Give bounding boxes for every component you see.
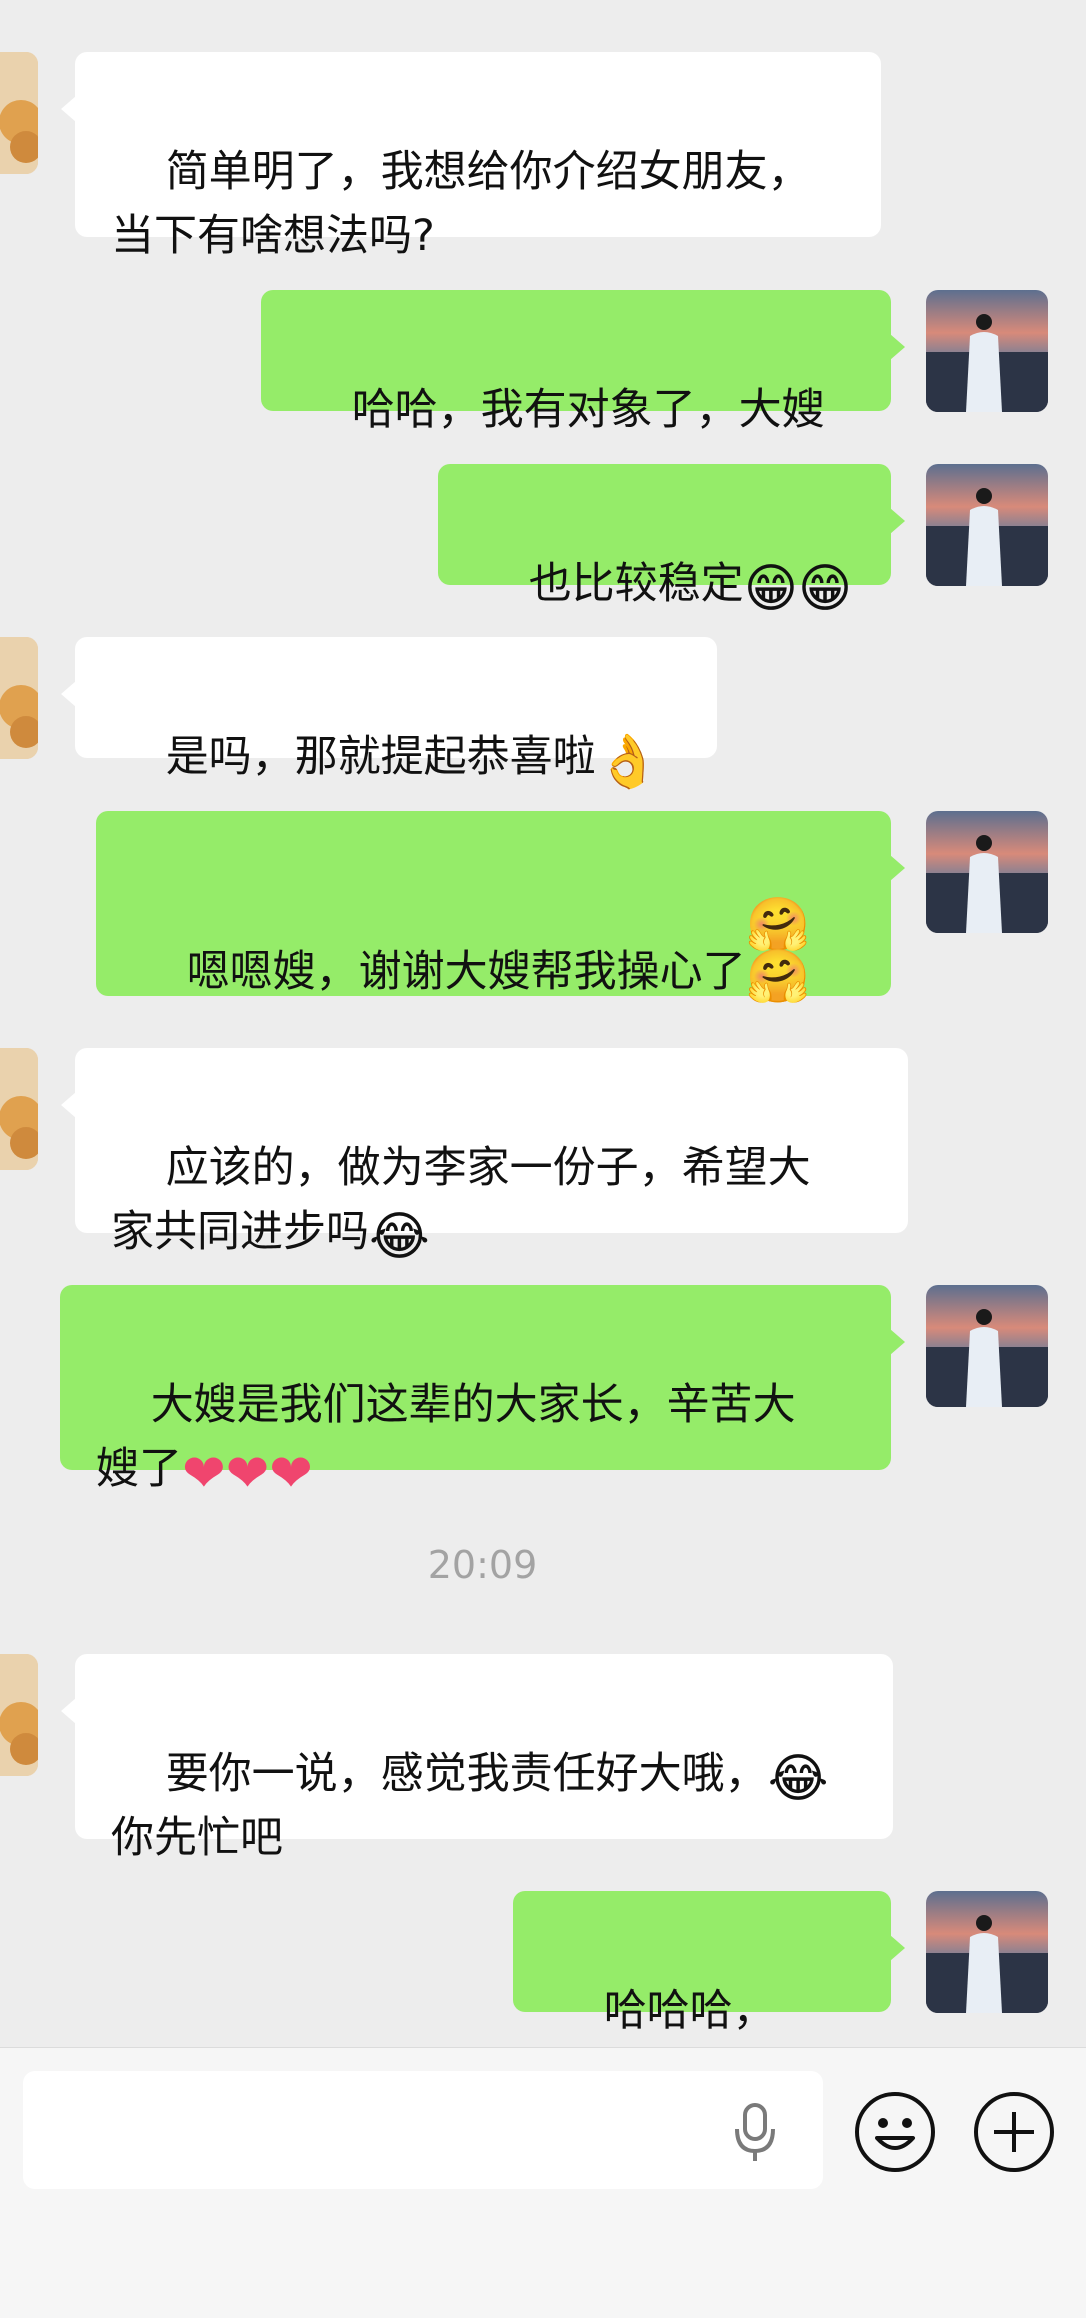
message-text: 简单明了，我想给你介绍女朋友， 当下有啥想法吗? (111, 147, 811, 261)
smiley-icon[interactable] (853, 2090, 937, 2174)
heart-emoji-icon: ❤❤❤ (182, 1444, 313, 1504)
message-text-continued: 你先忙吧 (111, 1813, 283, 1863)
message-bubble-incoming[interactable]: 简单明了，我想给你介绍女朋友， 当下有啥想法吗? (61, 52, 881, 261)
plus-icon[interactable] (972, 2090, 1056, 2174)
message-bubble-incoming[interactable]: 是吗，那就提起恭喜啦👌 (61, 637, 717, 788)
my-avatar[interactable] (926, 1285, 1048, 1407)
message-bubble-outgoing[interactable]: 哈哈哈，👍👍 (513, 1891, 905, 2036)
message-text: 嗯嗯嫂，谢谢大嫂帮我操心了 (186, 947, 746, 997)
laughing-emoji-icon: 😂 (369, 1207, 430, 1267)
my-avatar[interactable] (926, 1891, 1048, 2013)
message-bubble-outgoing[interactable]: 嗯嗯嫂，谢谢大嫂帮我操心了🤗 🤗 (96, 811, 905, 1003)
input-bar (0, 2047, 1086, 2318)
my-avatar[interactable] (926, 464, 1048, 586)
ok-hand-emoji-icon: 👌 (595, 732, 661, 792)
laughing-emoji-icon: 😂 (767, 1749, 829, 1809)
timestamp: 20:09 (427, 1543, 538, 1587)
contact-avatar[interactable] (0, 1048, 38, 1170)
grinning-emoji-icon: 😁😁 (743, 559, 853, 619)
my-avatar[interactable] (926, 811, 1048, 933)
message-text: 要你一说，感觉我责任好大哦， (165, 1749, 768, 1799)
message-input[interactable] (23, 2071, 823, 2189)
message-text: 应该的，做为李家一份子，希望大 家共同进步吗 (111, 1143, 811, 1257)
message-bubble-incoming[interactable]: 要你一说，感觉我责任好大哦，😂 你先忙吧 (61, 1654, 893, 1863)
message-bubble-outgoing[interactable]: 也比较稳定😁😁 (438, 464, 905, 615)
chat-area[interactable]: 简单明了，我想给你介绍女朋友， 当下有啥想法吗? 哈哈，我有对象了，大嫂 也比较… (0, 0, 1086, 2047)
message-text: 哈哈哈， (603, 1986, 776, 2036)
message-bubble-outgoing[interactable]: 哈哈，我有对象了，大嫂 (261, 290, 905, 435)
my-avatar[interactable] (926, 290, 1048, 412)
contact-avatar[interactable] (0, 637, 38, 759)
message-text: 也比较稳定 (528, 559, 744, 609)
contact-avatar[interactable] (0, 52, 38, 174)
contact-avatar[interactable] (0, 1654, 38, 1776)
message-text: 哈哈，我有对象了，大嫂 (351, 385, 825, 435)
message-bubble-incoming[interactable]: 应该的，做为李家一份子，希望大 家共同进步吗😂 (61, 1048, 908, 1263)
microphone-icon[interactable] (730, 2071, 780, 2189)
message-text: 是吗，那就提起恭喜啦 (165, 732, 596, 782)
message-bubble-outgoing[interactable]: 大嫂是我们这辈的大家长，辛苦大 嫂了❤❤❤ (60, 1285, 905, 1500)
hugging-emoji-icon: 🤗 🤗 (745, 895, 811, 1007)
